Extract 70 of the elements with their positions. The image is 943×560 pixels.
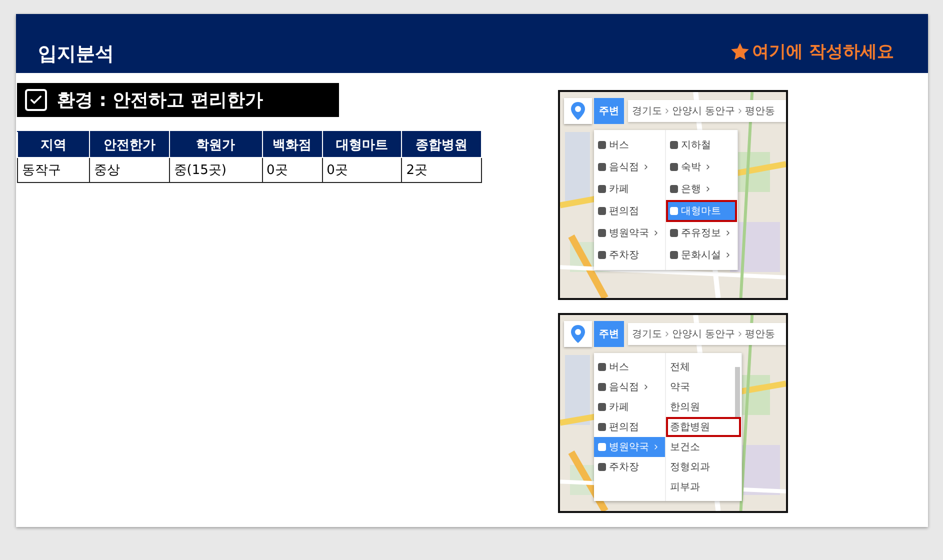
column-header: 지역 [18,132,90,158]
table-cell: 0곳 [262,158,322,182]
square-icon [598,463,606,471]
menu-item[interactable]: 편의점 [594,200,665,222]
column-header: 백화점 [262,132,322,158]
chevron-icon [663,107,671,115]
breadcrumb-item[interactable]: 경기도 [632,104,662,118]
scrollbar[interactable] [735,367,740,417]
square-icon [598,443,606,451]
menu-item[interactable]: 편의점 [594,417,666,437]
menu-item[interactable]: 카페 [594,397,666,417]
menu-item[interactable]: 정형외과 [666,457,741,477]
menu-item[interactable]: 버스 [594,134,665,156]
menu-item[interactable]: 보건소 [666,437,741,457]
square-icon [670,251,678,259]
checkbox[interactable] [25,89,47,111]
map-pin-icon[interactable] [564,321,592,347]
breadcrumb-item[interactable]: 평안동 [745,104,776,118]
square-icon [598,251,606,259]
breadcrumb-item[interactable]: 안양시 동안구 [672,104,736,118]
column-header: 대형마트 [322,132,402,158]
menu-item[interactable]: 버스 [594,357,666,377]
table-cell: 동작구 [18,158,90,182]
menu-item[interactable]: 음식점 [594,156,665,178]
square-icon [598,363,606,371]
square-icon [598,403,606,411]
square-icon [598,207,606,215]
square-icon [670,163,678,171]
table-cell: 2곳 [402,158,482,182]
star-icon [731,43,750,60]
menu-item[interactable]: 종합병원 [666,417,741,437]
menu-item[interactable]: 숙박 [666,156,737,178]
menu-item[interactable]: 피부과 [666,477,741,497]
check-icon [29,93,43,107]
table-cell: 중(15곳) [169,158,262,182]
column-header: 안전한가 [90,132,170,158]
menu-item[interactable]: 주차장 [594,457,666,477]
menu-item[interactable]: 주유정보 [666,222,737,244]
menu-item[interactable]: 지하철 [666,134,737,156]
map-pin-icon[interactable] [564,98,592,124]
square-icon [670,229,678,237]
menu-item[interactable]: 음식점 [594,377,666,397]
menu-item[interactable]: 은행 [666,178,737,200]
menu-item[interactable]: 한의원 [666,397,741,417]
breadcrumb-item[interactable]: 경기도 [632,327,662,341]
breadcrumb-item[interactable]: 평안동 [745,327,776,341]
menu-item[interactable]: 전체 [666,357,741,377]
table-cell: 0곳 [322,158,402,182]
slide-title: 입지분석 [38,42,114,67]
menu-item[interactable]: 병원약국 [594,222,665,244]
column-header: 학원가 [169,132,262,158]
menu-item[interactable]: 카페 [594,178,665,200]
menu-item[interactable]: 주차장 [594,244,665,266]
breadcrumb-item[interactable]: 안양시 동안구 [672,327,736,341]
chevron-icon [663,330,671,338]
square-icon [670,185,678,193]
square-icon [598,163,606,171]
square-icon [598,423,606,431]
column-header: 종합병원 [402,132,482,158]
menu-item[interactable]: 약국 [666,377,741,397]
square-icon [598,383,606,391]
square-icon [598,141,606,149]
section-title: 환경 : 안전하고 편리한가 [57,89,263,112]
square-icon [670,207,678,215]
square-icon [598,229,606,237]
square-icon [598,185,606,193]
menu-item[interactable]: 문화시설 [666,244,737,266]
square-icon [670,141,678,149]
note-text: 여기에 작성하세요 [752,41,894,63]
table-cell: 중상 [90,158,170,182]
